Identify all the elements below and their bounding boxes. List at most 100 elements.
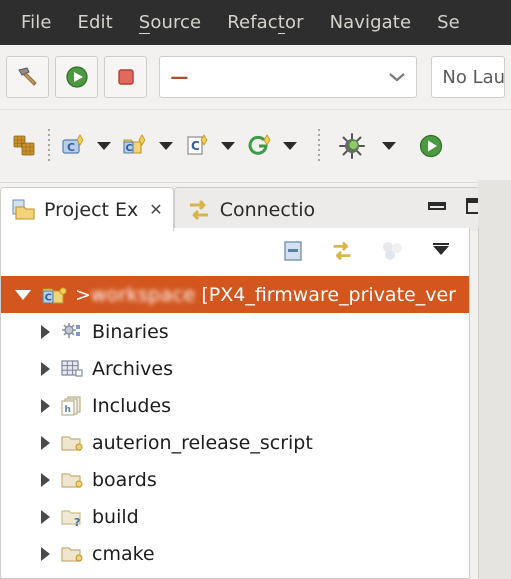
view-tab-bar: Project Ex ✕ Connectio [0, 183, 511, 231]
launch-config-value: — [170, 66, 188, 88]
new-c-folder-icon: C [123, 134, 146, 154]
link-with-editor-icon[interactable] [329, 238, 355, 264]
editor-area [478, 228, 511, 579]
menu-item-refactor-post: or [284, 12, 304, 33]
tree-row-auterion-label: auterion_release_script [92, 431, 313, 454]
binaries-icon [62, 322, 80, 338]
menu-item-navigate[interactable]: Navigate [317, 8, 425, 37]
includes-icon: h [61, 395, 81, 416]
new-c-folder-dropdown[interactable] [159, 142, 173, 150]
close-icon[interactable]: ✕ [149, 200, 162, 219]
git-icon [248, 134, 271, 155]
editor-area-top [478, 180, 511, 228]
svg-text:?: ? [74, 516, 80, 529]
menu-item-edit[interactable]: Edit [65, 8, 126, 37]
new-c-project-icon [13, 135, 35, 156]
tab-project-explorer[interactable]: Project Ex ✕ [0, 187, 174, 231]
new-c-folder-button[interactable]: C [120, 124, 150, 168]
stop-button[interactable] [104, 56, 148, 98]
tree-root-blurred-name: workspace [90, 283, 196, 306]
tree-row-boards[interactable]: boards [1, 461, 469, 498]
tab-project-explorer-label: Project Ex [44, 198, 139, 221]
menu-item-source-label: ource [150, 12, 202, 33]
menu-item-edit-label: Edit [77, 12, 113, 33]
menu-item-refactor-accel: t [277, 12, 285, 34]
view-menu-chevron-icon[interactable] [429, 241, 453, 261]
menu-item-search[interactable]: Se [424, 8, 473, 37]
tree-root-visible-name: [PX4_firmware_private_ver [201, 283, 456, 306]
twisty-collapsed-icon[interactable] [41, 398, 50, 413]
run-button[interactable] [55, 56, 99, 98]
menu-item-source[interactable]: Source [126, 8, 214, 37]
tree-row-includes[interactable]: h Includes [1, 387, 469, 424]
archives-icon [61, 359, 83, 377]
svg-text:C: C [191, 139, 200, 153]
new-c-class-button[interactable]: C [58, 124, 88, 168]
twisty-expanded-icon[interactable] [15, 289, 31, 300]
svg-text:C: C [45, 292, 52, 303]
filter-icon[interactable] [379, 239, 405, 263]
twisty-collapsed-icon[interactable] [41, 435, 50, 450]
tree-row-binaries-label: Binaries [92, 320, 169, 343]
menu-bar: File Edit Source Refactor Navigate Se [0, 0, 511, 45]
menu-item-file-label: File [21, 12, 52, 33]
folder-icon [61, 435, 83, 451]
launch-mode-button[interactable]: No Lau [431, 56, 505, 98]
tree-row-archives[interactable]: Archives [1, 350, 469, 387]
tree-row-build[interactable]: ? build [1, 498, 469, 535]
new-c-file-dropdown[interactable] [221, 142, 235, 150]
view-toolbar [1, 228, 469, 274]
debug-dropdown[interactable] [382, 142, 396, 150]
menu-item-source-accel: S [138, 12, 151, 34]
tree-row-binaries[interactable]: Binaries [1, 313, 469, 350]
twisty-collapsed-icon[interactable] [41, 472, 50, 487]
tree-row-boards-label: boards [92, 468, 157, 491]
hammer-icon [17, 67, 37, 86]
new-c-file-button[interactable]: C [182, 124, 212, 168]
project-explorer-panel: C > workspace [PX4_firmware_private_ver … [0, 228, 470, 579]
twisty-collapsed-icon[interactable] [41, 546, 50, 561]
project-explorer-icon [12, 199, 35, 220]
folder-question-icon: ? [61, 509, 81, 529]
eclipse-ide-window: File Edit Source Refactor Navigate Se — … [0, 0, 511, 579]
tree-row-includes-label: Includes [92, 394, 172, 417]
menu-item-refactor[interactable]: Refactor [214, 8, 316, 37]
debug-button[interactable] [336, 124, 368, 168]
debug-bug-icon [339, 133, 365, 159]
twisty-collapsed-icon[interactable] [41, 361, 50, 376]
menu-item-file[interactable]: File [8, 8, 65, 37]
twisty-collapsed-icon[interactable] [41, 509, 50, 524]
launch-mode-label: No Lau [442, 66, 505, 88]
launch-config-combo[interactable]: — [159, 56, 418, 98]
svg-text:h: h [65, 405, 71, 415]
new-c-class-dropdown[interactable] [97, 142, 111, 150]
tree-row-project-root[interactable]: C > workspace [PX4_firmware_private_ver [1, 276, 469, 313]
build-button[interactable] [6, 56, 50, 98]
new-c-class-icon: C [62, 134, 84, 154]
tree-root-prefix: > [75, 283, 91, 306]
git-button[interactable] [244, 124, 274, 168]
new-c-file-icon: C [187, 134, 208, 155]
run-toolbar-button[interactable] [417, 124, 445, 168]
twisty-collapsed-icon[interactable] [41, 324, 50, 339]
toolbar-separator-1 [48, 129, 50, 163]
play-icon [66, 66, 88, 88]
connections-icon [189, 199, 208, 220]
menu-item-navigate-label: Navigate [329, 12, 412, 33]
tree-row-auterion-release-script[interactable]: auterion_release_script [1, 424, 469, 461]
collapse-all-icon[interactable] [281, 239, 305, 263]
minimize-icon[interactable] [426, 197, 448, 215]
project-tree: C > workspace [PX4_firmware_private_ver … [1, 274, 469, 572]
tab-connections[interactable]: Connectio [173, 187, 511, 231]
folder-icon [61, 472, 83, 488]
run-icon [419, 134, 443, 158]
tree-row-build-label: build [92, 505, 139, 528]
menu-item-refactor-pre: Refac [227, 12, 278, 33]
svg-text:C: C [67, 141, 75, 154]
git-dropdown[interactable] [283, 142, 297, 150]
folder-icon [61, 546, 83, 562]
tree-row-cmake-label: cmake [92, 542, 155, 565]
new-c-project-button[interactable] [10, 124, 40, 168]
tree-row-cmake[interactable]: cmake [1, 535, 469, 572]
chevron-down-icon [389, 73, 406, 82]
